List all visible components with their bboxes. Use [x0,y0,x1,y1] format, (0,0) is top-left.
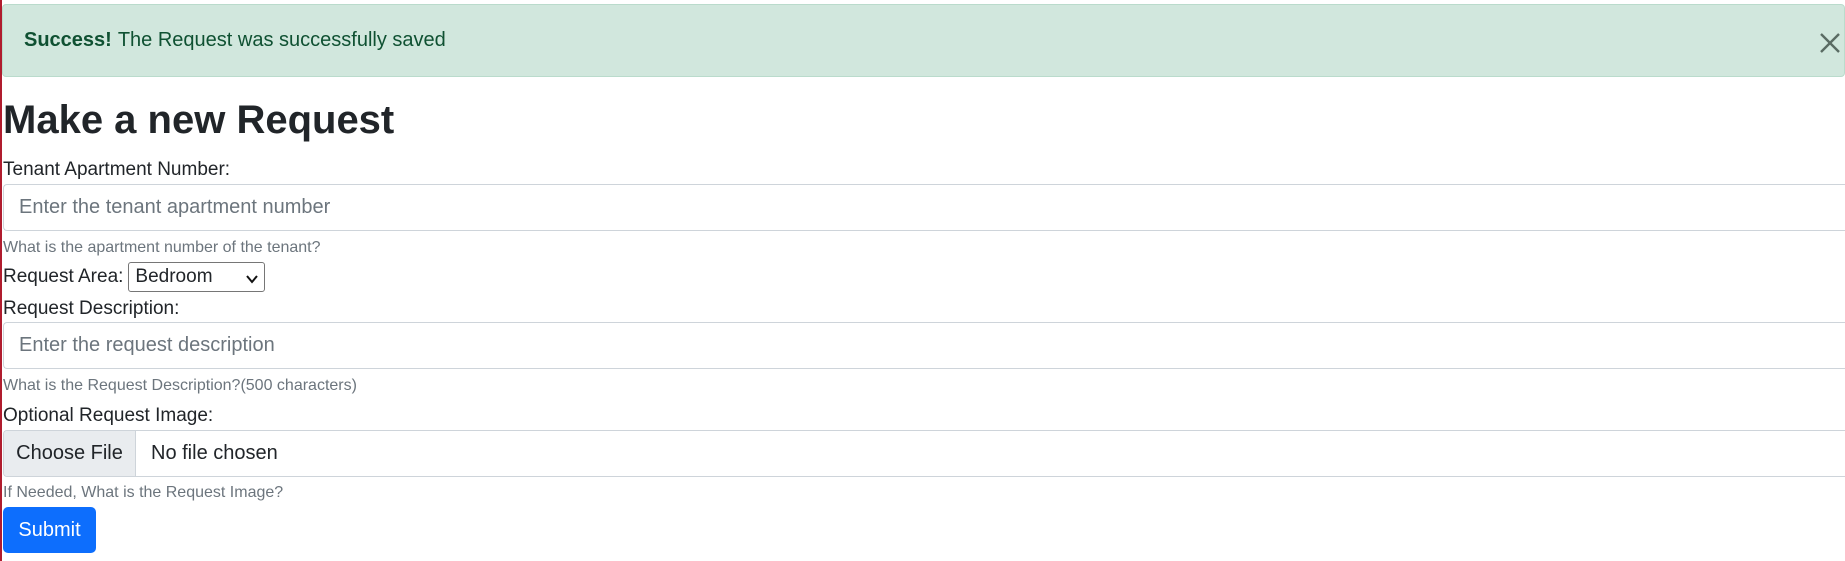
alert-strong: Success! [24,29,112,51]
close-icon[interactable] [1816,29,1844,57]
page-title: Make a new Request [3,98,395,142]
description-help-text: What is the Request Description?(500 cha… [3,377,357,394]
file-status-text: No file chosen [151,442,278,464]
request-area-selected: Bedroom [135,266,213,287]
request-area-row: Request Area: Bedroom [3,262,266,292]
choose-file-button[interactable]: Choose File [4,431,136,476]
page: Success! The Request was successfully sa… [0,0,1845,561]
chevron-down-icon [245,270,259,284]
description-label: Request Description: [3,298,180,319]
image-help-text: If Needed, What is the Request Image? [3,484,284,501]
submit-button[interactable]: Submit [3,507,96,553]
success-alert: Success! The Request was successfully sa… [2,4,1845,77]
request-area-label: Request Area: [3,266,124,287]
image-label: Optional Request Image: [3,405,214,426]
request-area-select[interactable]: Bedroom [128,262,266,292]
apartment-label: Tenant Apartment Number: [3,159,231,180]
apartment-number-input[interactable] [3,184,1845,231]
request-description-input[interactable] [3,322,1845,369]
apartment-help-text: What is the apartment number of the tena… [3,239,321,256]
left-edge-border [0,0,2,561]
request-image-file-input[interactable]: Choose File No file chosen [3,430,1845,477]
alert-message: The Request was successfully saved [117,29,446,51]
